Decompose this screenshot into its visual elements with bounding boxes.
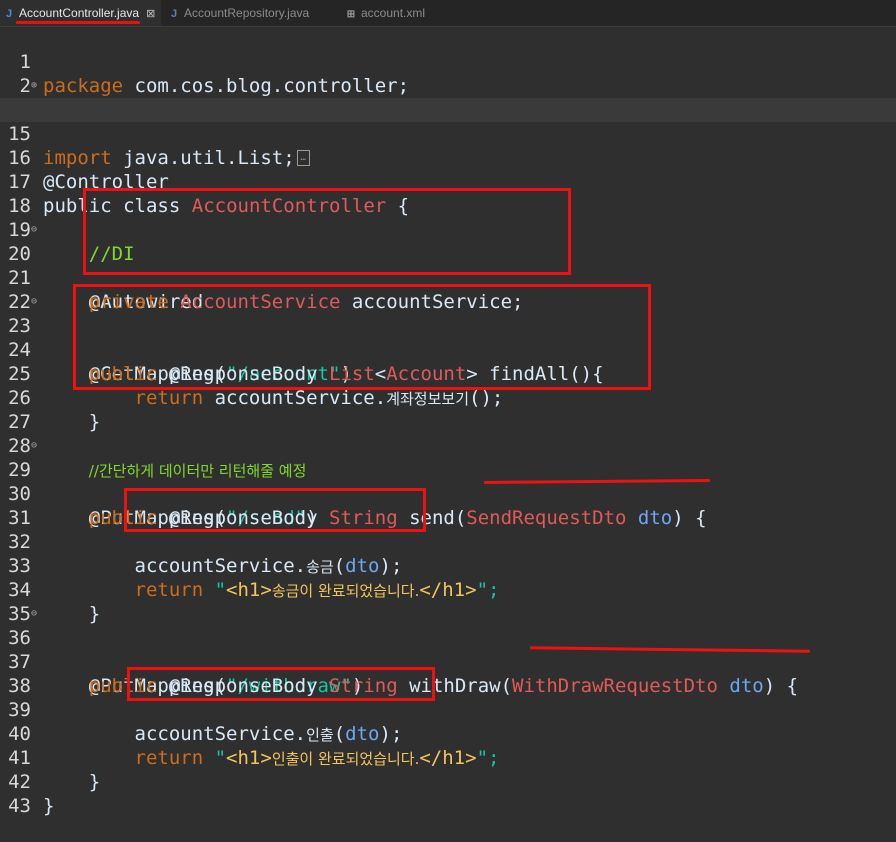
code-line: 1 package com.cos.blog.controller; (0, 26, 896, 97)
code-line: 16 @Controller (0, 122, 896, 193)
code-line: 33 return "<h1>송금이 완료되었습니다.</h1>"; (0, 530, 896, 601)
close-icon[interactable]: ⊠ (146, 1, 155, 27)
highlight-box-withdraw-call (127, 667, 435, 701)
tab-label: AccountRepository.java (184, 6, 310, 20)
code-editor[interactable]: 1 package com.cos.blog.controller; 2 3 ⊕… (0, 26, 896, 817)
editor-tab-bar: J AccountController.java ⊠ J AccountReposit… (0, 0, 896, 27)
tab-label: AccountController.java (19, 6, 140, 20)
fold-collapse-icon[interactable]: ⊖ (31, 218, 37, 242)
fold-collapse-icon[interactable]: ⊖ (31, 290, 37, 314)
fold-collapse-icon[interactable]: ⊖ (31, 434, 37, 458)
code-line: 40 return "<h1>인출이 완료되었습니다.</h1>"; (0, 698, 896, 769)
highlight-box-getmapping (73, 284, 651, 390)
code-line: 30 public @ResponseBody String send(Send… (0, 458, 896, 529)
code-line: 42 } (0, 746, 896, 817)
fold-collapse-icon[interactable]: ⊖ (31, 602, 37, 626)
code-line: 29 ⊖ @PutMapping("/send") (0, 434, 896, 529)
code-line-current: 15 (0, 98, 896, 145)
tab-account-xml[interactable]: ⊞ account.xml (345, 0, 425, 26)
highlight-box-di (83, 188, 571, 275)
code-line: 34 } (0, 554, 896, 625)
code-line: 28 //간단하게 데이터만 리턴해줄 예정 (0, 410, 896, 480)
tab-label: account.xml (361, 6, 426, 20)
code-line: 43 (0, 770, 896, 817)
code-line: 17 public class AccountController { (0, 146, 896, 217)
fold-expand-icon[interactable]: ⊕ (31, 74, 37, 98)
code-line: 36 ⊖ @PutMapping("/withdraw") (0, 602, 896, 697)
code-line: 2 (0, 50, 896, 97)
java-file-icon: J (170, 8, 178, 20)
java-file-icon: J (5, 8, 13, 20)
code-line: 3 ⊕ import java.util.List;… (0, 74, 896, 169)
code-line: 35 (0, 578, 896, 625)
code-line: 41 } (0, 722, 896, 793)
line-number: 43 (8, 795, 31, 817)
xml-file-icon: ⊞ (346, 9, 356, 20)
highlight-box-send-call (124, 488, 426, 532)
tab-account-repository[interactable]: J AccountRepository.java (168, 0, 309, 26)
code-line: 37 public @ResponseBody String withDraw(… (0, 626, 896, 697)
tab-underline-annotation (16, 21, 140, 24)
